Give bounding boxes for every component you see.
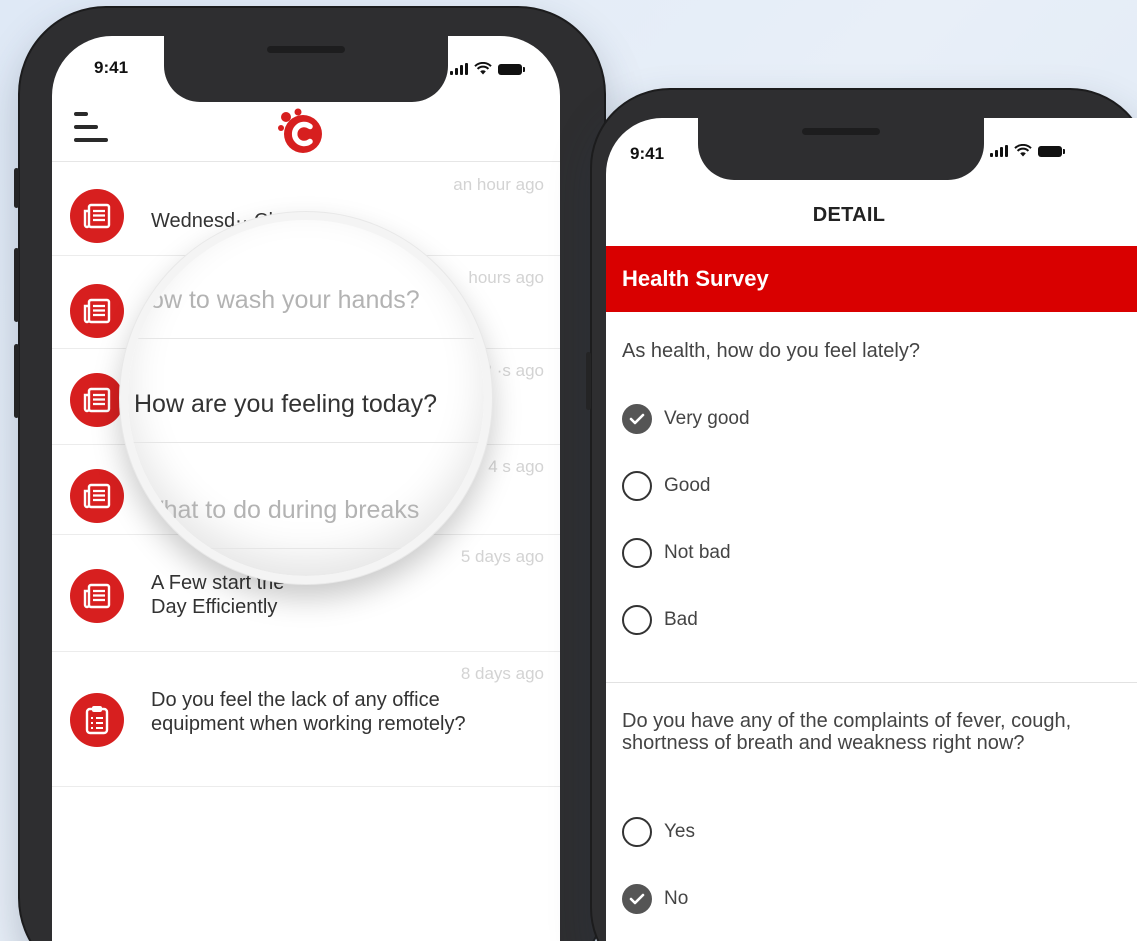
battery-icon [498, 64, 525, 75]
app-topbar [52, 96, 560, 162]
wifi-icon [474, 62, 492, 75]
option-label: Bad [664, 609, 698, 630]
lens-divider [128, 338, 484, 339]
survey-title: Health Survey [622, 266, 769, 291]
status-time: 9:41 [94, 58, 129, 77]
section-divider [606, 682, 1137, 683]
item-title: Do you feel the lack of any office equip… [151, 689, 466, 735]
lens-text-wash-hands: How to wash your hands? [132, 286, 420, 314]
clipboard-icon [70, 693, 124, 747]
question-2: Do you have any of the complaints of fev… [622, 710, 1072, 754]
option-no[interactable]: No [622, 884, 688, 914]
item-time: an hour ago [453, 175, 544, 194]
volume-down-button [14, 344, 19, 418]
question-1: As health, how do you feel lately? [622, 340, 920, 362]
option-label: Good [664, 475, 711, 496]
notch [164, 36, 448, 102]
newspaper-icon [70, 469, 124, 523]
power-button [586, 352, 591, 410]
option-label: Not bad [664, 542, 731, 563]
radio-icon[interactable] [622, 605, 652, 635]
battery-icon [1038, 146, 1065, 157]
item-time: hours ago [468, 268, 544, 287]
volume-up-button [14, 248, 19, 322]
signal-icon [450, 63, 468, 75]
app-logo-icon [278, 108, 322, 153]
newspaper-icon [70, 569, 124, 623]
status-icons [450, 62, 525, 75]
newspaper-icon [70, 373, 124, 427]
right-phone: 9:41 DETAIL Health Survey As health, how… [586, 88, 1137, 941]
newspaper-icon [70, 284, 124, 338]
option-label: Yes [664, 821, 695, 842]
option-yes[interactable]: Yes [622, 817, 695, 847]
magnifier-lens: How to wash your hands? How are you feel… [120, 212, 492, 584]
option-very-good[interactable]: Very good [622, 404, 750, 434]
menu-icon[interactable] [74, 110, 108, 148]
status-time: 9:41 [630, 144, 665, 163]
item-time: 5 days ago [460, 547, 544, 566]
survey-banner: Health Survey [606, 246, 1137, 312]
lens-text-feeling-today: How are you feeling today? [134, 390, 437, 418]
newspaper-icon [70, 189, 124, 243]
checked-radio-icon[interactable] [622, 884, 652, 914]
right-screen: 9:41 DETAIL Health Survey As health, how… [606, 118, 1137, 941]
lens-divider [128, 442, 484, 443]
radio-icon[interactable] [622, 471, 652, 501]
option-label: No [664, 888, 689, 909]
wifi-icon [1014, 144, 1032, 157]
notch [698, 118, 984, 180]
signal-icon [990, 145, 1008, 157]
radio-icon[interactable] [622, 538, 652, 568]
option-label: Very good [664, 408, 750, 429]
item-time: 4 s ago [488, 457, 544, 476]
option-bad[interactable]: Bad [622, 605, 698, 635]
item-time: 8 days ago [460, 664, 544, 683]
option-good[interactable]: Good [622, 471, 710, 501]
page-title: DETAIL [812, 204, 886, 226]
list-item[interactable]: 8 days ago Do you feel the lack of any o… [52, 652, 560, 787]
checked-radio-icon[interactable] [622, 404, 652, 434]
radio-icon[interactable] [622, 817, 652, 847]
item-time: 2 ·s ago [482, 361, 544, 380]
lens-divider [128, 548, 484, 549]
status-icons [990, 144, 1065, 157]
option-not-bad[interactable]: Not bad [622, 538, 731, 568]
lens-text-breaks: What to do during breaks [140, 496, 420, 524]
mute-switch [14, 168, 19, 208]
